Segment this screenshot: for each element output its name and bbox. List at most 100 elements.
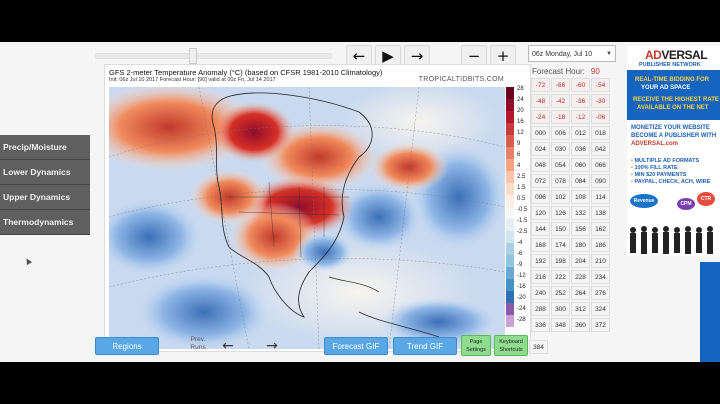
forecast-hour-cell[interactable]: 348 (551, 318, 570, 332)
forecast-hour-cell[interactable]: 198 (551, 254, 570, 268)
run-select-value: 06z Monday, Jul 10 (532, 51, 593, 58)
forecast-hour-cell[interactable]: 138 (591, 206, 610, 220)
forecast-hour-cell[interactable]: 120 (531, 206, 550, 220)
sidebar-item-upper-dynamics[interactable]: Upper Dynamics (0, 185, 90, 210)
trend-gif-button[interactable]: Trend GIF (393, 337, 457, 355)
colorbar-label: -6 (517, 251, 523, 257)
forecast-hour-cell[interactable]: 102 (551, 190, 570, 204)
sidebar-item-lower-dynamics[interactable]: Lower Dynamics (0, 160, 90, 185)
colorbar-label: -9 (517, 262, 523, 268)
forecast-hour-cell[interactable]: 090 (591, 174, 610, 188)
forecast-slider[interactable] (95, 53, 332, 59)
forecast-hour-cell[interactable]: -30 (591, 94, 610, 108)
page-settings-button[interactable]: Page Settings (461, 335, 491, 356)
forecast-hour-cell[interactable]: 018 (591, 126, 610, 140)
forecast-hour-cell[interactable]: -54 (591, 78, 610, 92)
forecast-hour-cell[interactable]: 048 (531, 158, 550, 172)
forecast-hour-384[interactable]: 384 (529, 340, 548, 354)
forecast-hour-cell[interactable]: 240 (531, 286, 550, 300)
forecast-hour-cell[interactable]: 336 (531, 318, 550, 332)
forecast-hour-cell[interactable]: 060 (571, 158, 590, 172)
forecast-hour-cell[interactable]: 216 (531, 270, 550, 284)
next-run-button[interactable]: → (260, 338, 284, 354)
forecast-hour-cell[interactable]: 030 (551, 142, 570, 156)
forecast-hour-cell[interactable]: 300 (551, 302, 570, 316)
forecast-hour-cell[interactable]: 066 (591, 158, 610, 172)
forecast-hour-cell[interactable]: 228 (571, 270, 590, 284)
forecast-hour-cell[interactable]: 204 (571, 254, 590, 268)
forecast-hour-cell[interactable]: 078 (551, 174, 570, 188)
colorbar-label: 20 (517, 108, 524, 114)
forecast-hour-cell[interactable]: 210 (591, 254, 610, 268)
forecast-hour-cell[interactable]: -72 (531, 78, 550, 92)
forecast-hour-cell[interactable]: -42 (551, 94, 570, 108)
arrow-right-icon: → (410, 47, 424, 65)
forecast-hour-cell[interactable]: 180 (571, 238, 590, 252)
forecast-hour-cell[interactable]: 126 (551, 206, 570, 220)
forecast-hour-cell[interactable]: -66 (551, 78, 570, 92)
colorbar-label: 6 (517, 152, 521, 158)
forecast-hour-cell[interactable]: 054 (551, 158, 570, 172)
screen: ← ▶ → − + 06z Monday, Jul 10 ▼ Forecast … (0, 42, 720, 362)
forecast-hour-cell[interactable]: 042 (591, 142, 610, 156)
run-select[interactable]: 06z Monday, Jul 10 ▼ (528, 45, 616, 62)
forecast-hour-cell[interactable]: 150 (551, 222, 570, 236)
forecast-hour-cell[interactable]: 108 (571, 190, 590, 204)
forecast-hour-cell[interactable]: 312 (571, 302, 590, 316)
sidebar-item-thermodynamics[interactable]: Thermodynamics (0, 210, 90, 235)
forecast-hour-cell[interactable]: 006 (551, 126, 570, 140)
forecast-hour-cell[interactable]: 114 (591, 190, 610, 204)
colorbar-label: -20 (517, 295, 526, 301)
colorbar-label: 1.5 (517, 185, 526, 191)
forecast-hour-cell[interactable]: -60 (571, 78, 590, 92)
forecast-hour-cell[interactable]: 168 (531, 238, 550, 252)
forecast-hour-cell[interactable]: 144 (531, 222, 550, 236)
forecast-hour-cell[interactable]: 012 (571, 126, 590, 140)
forecast-hour-cell[interactable]: -36 (571, 94, 590, 108)
forecast-hour-cell[interactable]: 264 (571, 286, 590, 300)
ad-list: • MULTIPLE AD FORMATS • 100% FILL RATE •… (631, 158, 710, 186)
forecast-hour-cell[interactable]: 156 (571, 222, 590, 236)
map-panel: GFS 2-meter Temperature Anomaly (°C) (ba… (104, 64, 531, 352)
forecast-hour-cell[interactable]: 036 (571, 142, 590, 156)
forecast-hour-cell[interactable]: 132 (571, 206, 590, 220)
forecast-hour-cell[interactable]: 372 (591, 318, 610, 332)
forecast-hour-cell[interactable]: 024 (531, 142, 550, 156)
keyboard-shortcuts-button[interactable]: Keyboard Shortcuts (494, 335, 528, 356)
forecast-hour-cell[interactable]: 276 (591, 286, 610, 300)
ad-banner[interactable]: ADVERSAL PUBLISHER NETWORK REAL-TIME BID… (627, 46, 720, 256)
colorbar-label: -12 (517, 273, 526, 279)
forecast-hour-cell[interactable]: -24 (531, 110, 550, 124)
map-subtitle: Init: 06z Jul 10 2017 Forecast Hour: [90… (109, 77, 276, 83)
forecast-hour-cell[interactable]: 360 (571, 318, 590, 332)
forecast-hour-cell[interactable]: -48 (531, 94, 550, 108)
forecast-hour-cell[interactable]: 084 (571, 174, 590, 188)
forecast-hour-cell[interactable]: 186 (591, 238, 610, 252)
forecast-hour-cell[interactable]: 192 (531, 254, 550, 268)
anomaly-map[interactable] (109, 87, 505, 349)
forecast-hour-cell[interactable]: 288 (531, 302, 550, 316)
forecast-hour-cell[interactable]: 234 (591, 270, 610, 284)
regions-button[interactable]: Regions (95, 337, 159, 355)
sidebar-item-precip-moisture[interactable]: Precip/Moisture (0, 135, 90, 160)
forecast-hour-cell[interactable]: 000 (531, 126, 550, 140)
forecast-hour-cell[interactable]: -18 (551, 110, 570, 124)
colorbar-label: -1.5 (517, 218, 528, 224)
prev-run-button[interactable]: ← (216, 338, 240, 354)
forecast-hour-cell[interactable]: -12 (571, 110, 590, 124)
forecast-hour-cell[interactable]: 072 (531, 174, 550, 188)
forecast-hour-cell[interactable]: 252 (551, 286, 570, 300)
forecast-hour-cell[interactable]: 174 (551, 238, 570, 252)
forecast-hour-cell[interactable]: 222 (551, 270, 570, 284)
forecast-hour-cell[interactable]: 096 (531, 190, 550, 204)
forecast-hour-cell[interactable]: -06 (591, 110, 610, 124)
arrow-left-icon: ← (222, 338, 234, 354)
forecast-gif-button[interactable]: Forecast GIF (324, 337, 388, 355)
people-silhouettes (630, 226, 713, 254)
ad-line: REAL-TIME BIDDING FOR (635, 77, 709, 83)
ad-list-item: • 100% FILL RATE (631, 165, 678, 171)
ad-banner-secondary[interactable] (700, 262, 720, 362)
forecast-hour-cell[interactable]: 162 (591, 222, 610, 236)
forecast-hour-cell[interactable]: 324 (591, 302, 610, 316)
slider-handle[interactable] (189, 48, 197, 64)
